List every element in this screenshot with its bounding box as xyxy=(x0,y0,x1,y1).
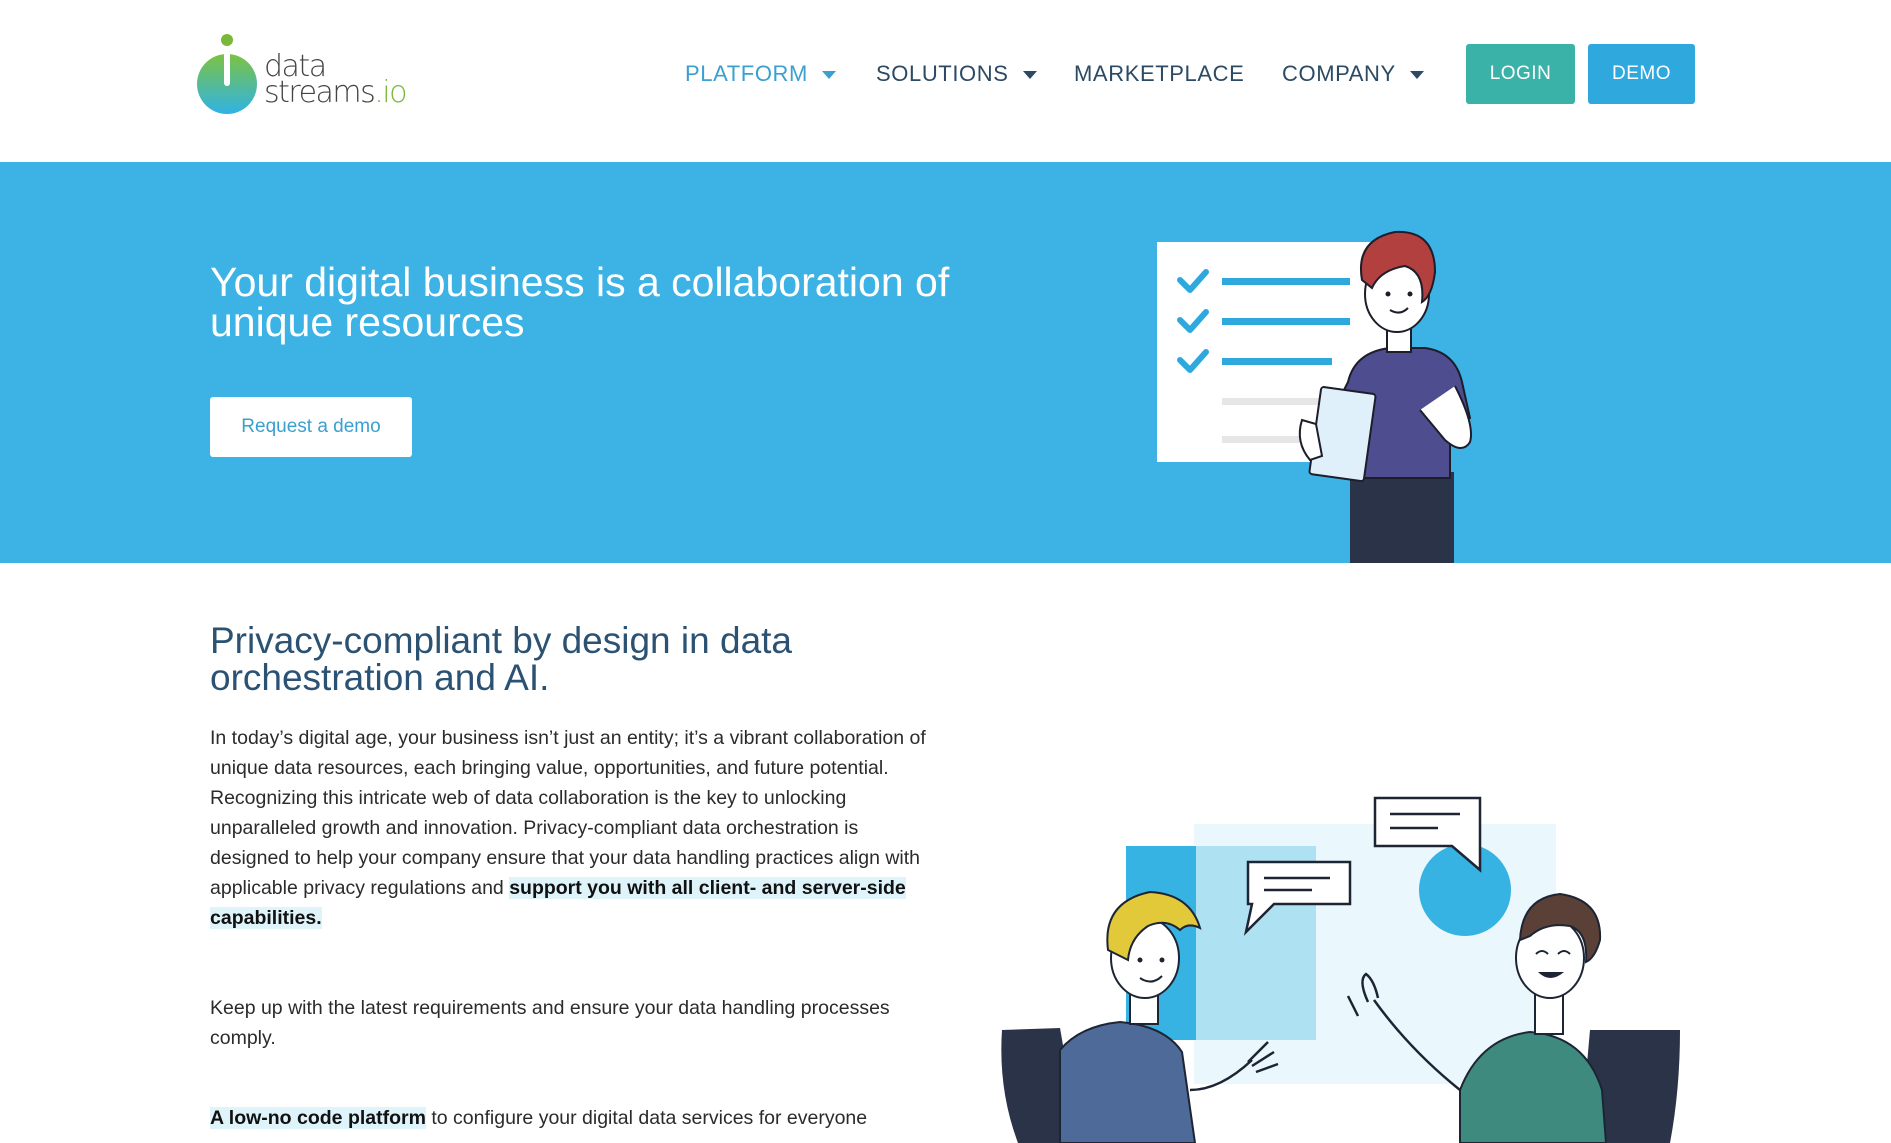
datastreams-logo[interactable]: data streams.io xyxy=(196,32,407,116)
request-demo-button[interactable]: Request a demo xyxy=(210,397,412,457)
chevron-down-icon xyxy=(1022,71,1037,79)
nav-marketplace[interactable]: MARKETPLACE xyxy=(1074,56,1244,92)
section-title: Privacy-compliant by design in data orch… xyxy=(210,620,793,698)
nav-solutions[interactable]: SOLUTIONS xyxy=(876,56,1037,92)
logo-mark-icon xyxy=(197,34,257,114)
site-header: data streams.io PLATFORM SOLUTIONS MARKE… xyxy=(0,0,1891,162)
collaboration-illustration xyxy=(1001,796,1680,1143)
nav-solutions-label: SOLUTIONS xyxy=(876,61,1009,86)
logo-line-2: streams xyxy=(264,75,376,110)
nav-platform[interactable]: PLATFORM xyxy=(685,56,836,92)
platform-highlight: A low-no code platform xyxy=(210,1107,426,1129)
nav-company-label: COMPANY xyxy=(1282,61,1396,86)
chevron-down-icon xyxy=(1409,71,1424,79)
intro-paragraph: In today’s digital age, your business is… xyxy=(210,723,930,933)
nav-marketplace-label: MARKETPLACE xyxy=(1074,61,1245,86)
login-button[interactable]: LOGIN xyxy=(1466,44,1575,104)
nav-company[interactable]: COMPANY xyxy=(1282,56,1424,92)
compliance-paragraph: Keep up with the latest requirements and… xyxy=(210,997,890,1049)
checklist-person-illustration xyxy=(1157,230,1472,563)
hero-title: Your digital business is a collaboration… xyxy=(210,259,950,345)
platform-paragraph: A low-no code platform to configure your… xyxy=(210,1103,930,1133)
logo-suffix: .io xyxy=(374,75,407,110)
hero-banner: Your digital business is a collaboration… xyxy=(0,162,1891,563)
intro-text: In today’s digital age, your business is… xyxy=(210,727,926,899)
platform-text: to configure your digital data services … xyxy=(425,1107,868,1129)
chevron-down-icon xyxy=(821,71,836,79)
demo-button[interactable]: DEMO xyxy=(1588,44,1695,104)
logo-wordmark: data streams.io xyxy=(264,52,407,108)
nav-platform-label: PLATFORM xyxy=(685,61,808,86)
